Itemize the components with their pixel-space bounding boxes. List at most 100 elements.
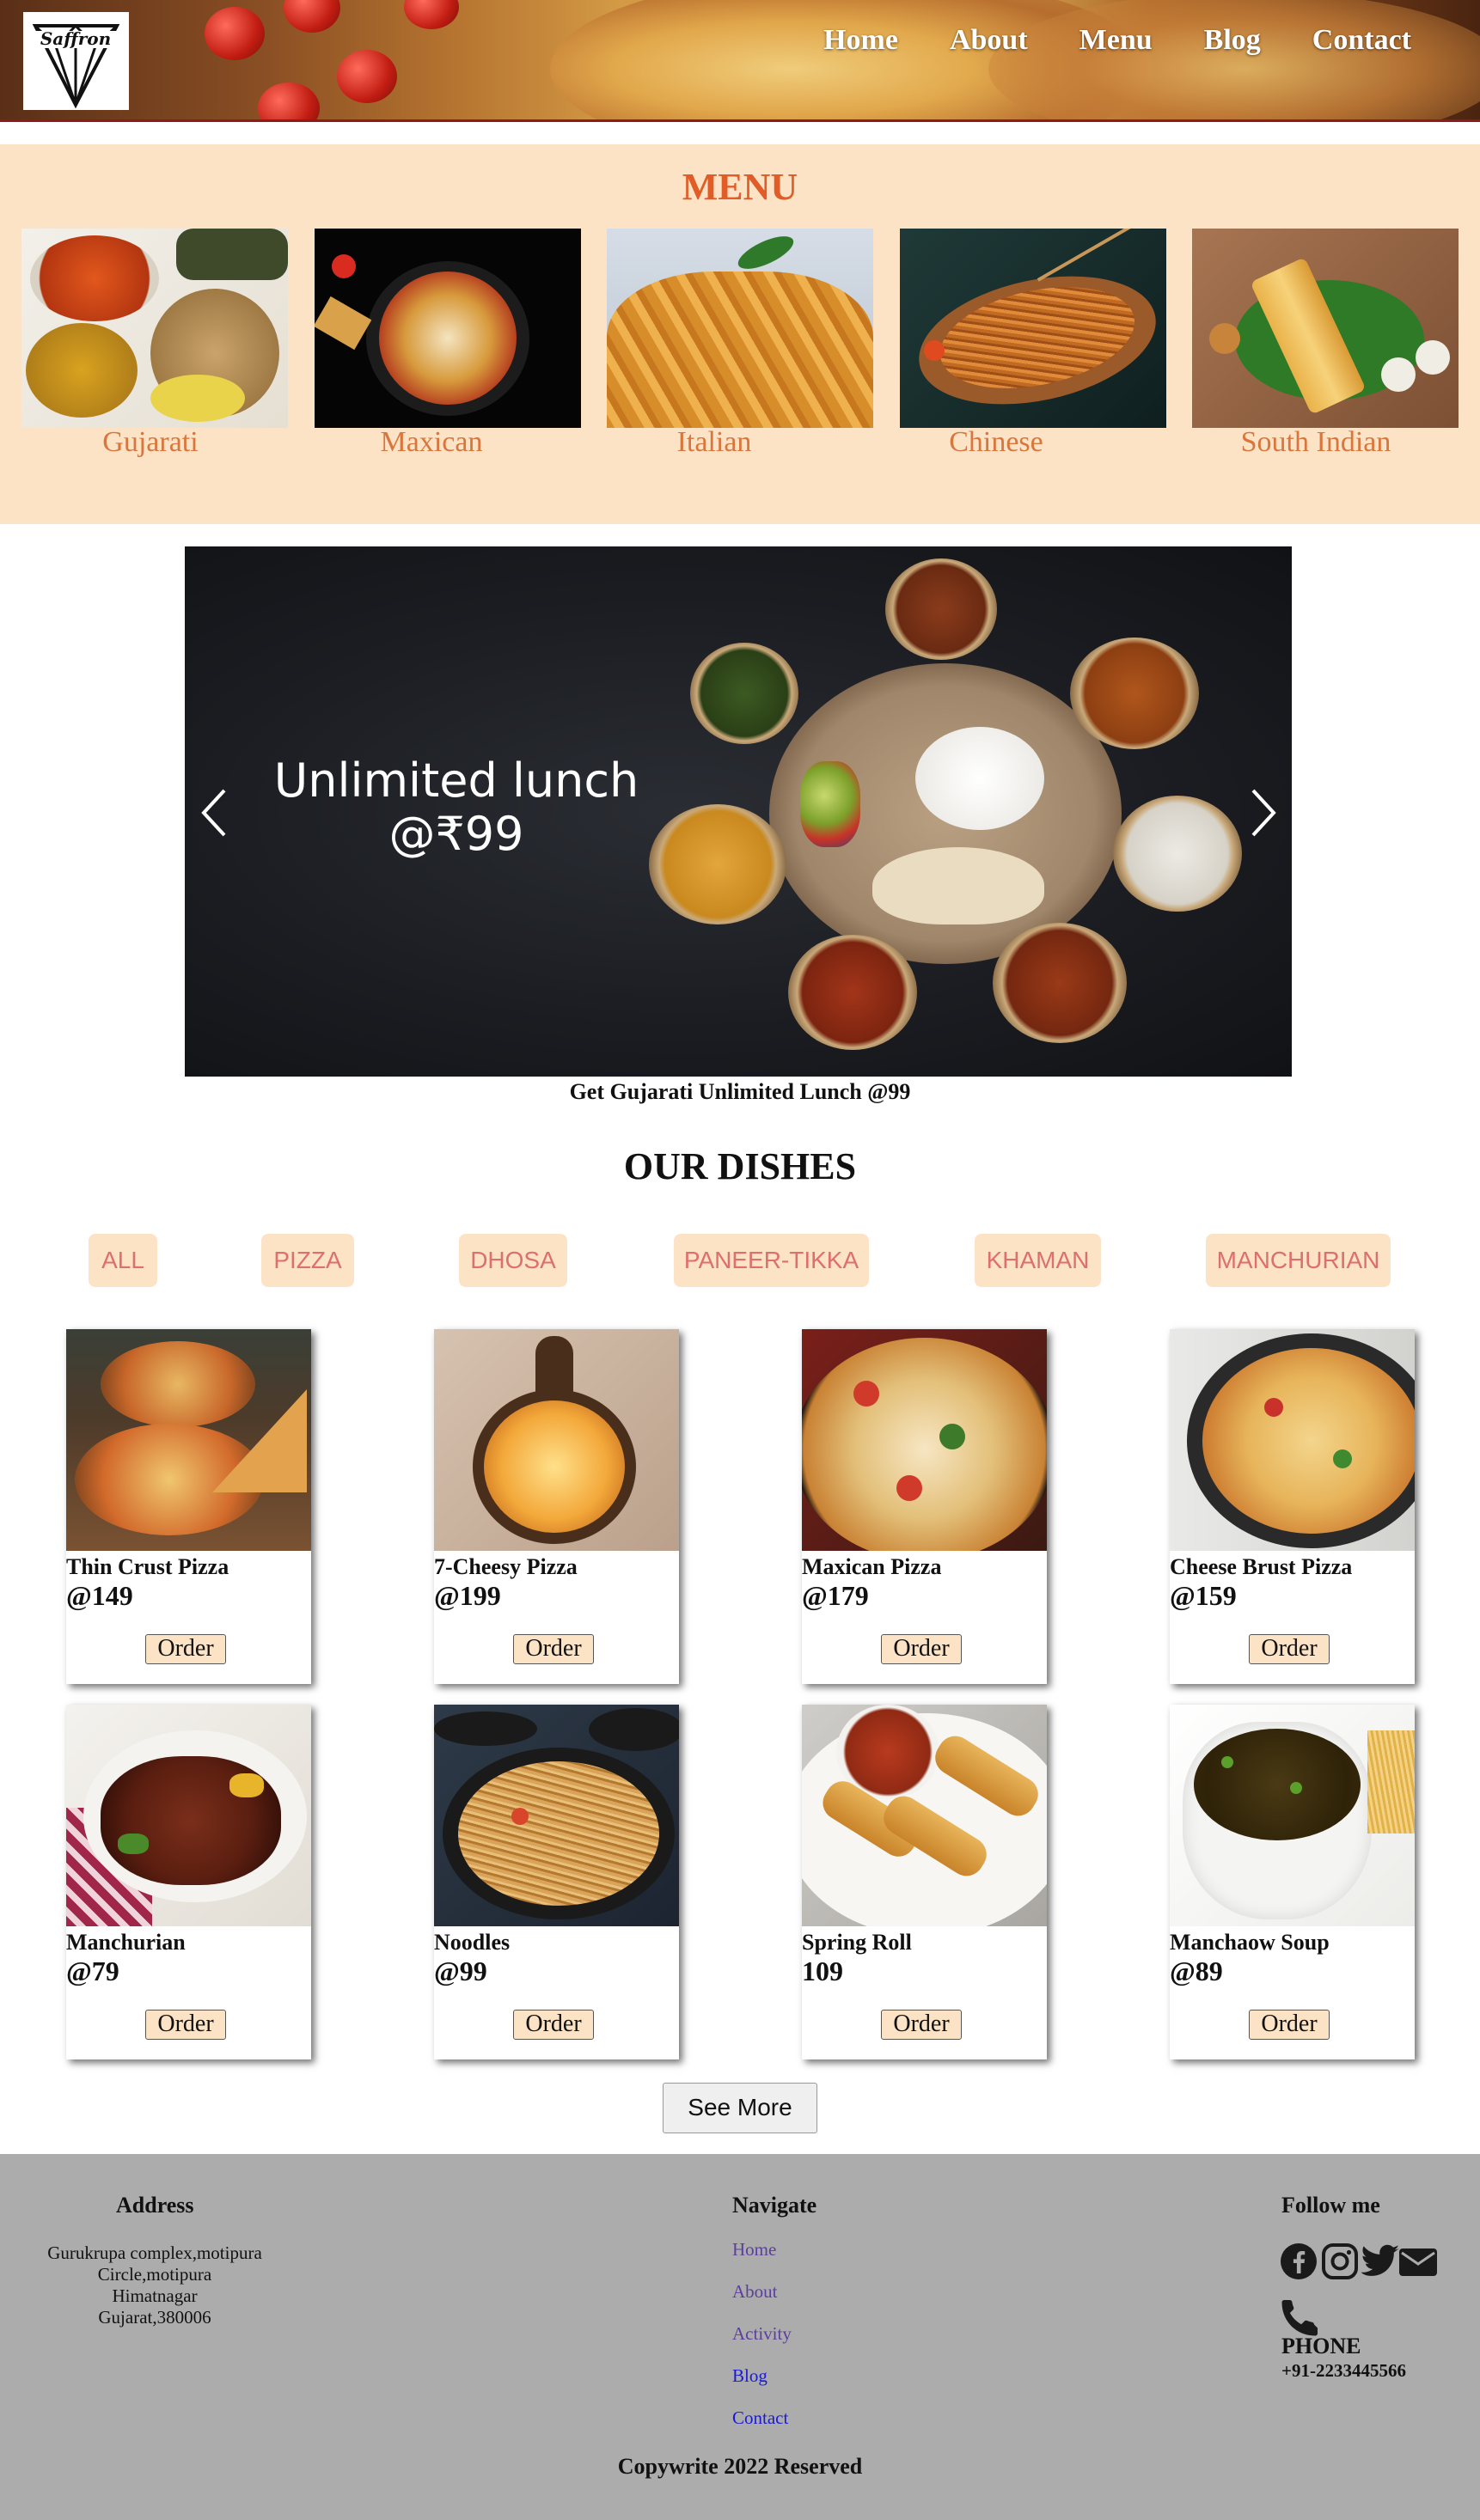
site-header: Saffron Home About Menu Blog Contact (0, 0, 1480, 122)
cuisine-image-maxican[interactable] (315, 229, 581, 428)
footer-link-blog[interactable]: Blog (732, 2365, 768, 2387)
dish-name: Manchaow Soup (1170, 1930, 1330, 1955)
curry-bowl (885, 558, 997, 660)
chevron-right-icon[interactable] (1246, 787, 1281, 839)
order-button[interactable]: Order (513, 1634, 594, 1664)
cuisine-label-italian[interactable]: Italian (568, 426, 860, 459)
nav-about[interactable]: About (950, 24, 1028, 57)
filter-dhosa[interactable]: DHOSA (459, 1234, 567, 1287)
address-line: Gurukrupa complex,motipura (47, 2242, 262, 2263)
saffron-logo[interactable]: Saffron (23, 12, 129, 110)
dish-image-7-cheesy-pizza (434, 1329, 679, 1551)
cuisine-label-south-indian[interactable]: South Indian (1170, 426, 1462, 459)
dish-card: Spring Roll 109 Order (802, 1705, 1047, 2059)
pizza-decoration (988, 0, 1480, 122)
mail-icon[interactable] (1398, 2242, 1438, 2280)
svg-text:Saffron: Saffron (40, 28, 111, 49)
tomato-decoration (284, 0, 340, 33)
dish-image-noodles (434, 1705, 679, 1926)
follow-heading: Follow me (1281, 2193, 1380, 2218)
chevron-left-icon[interactable] (197, 787, 231, 839)
banner-headline: Unlimited lunch @₹99 (216, 754, 697, 861)
phone-label: PHONE (1281, 2334, 1361, 2358)
curd-bowl (1113, 796, 1242, 912)
dish-name: Noodles (434, 1930, 511, 1955)
footer-link-activity[interactable]: Activity (732, 2323, 792, 2345)
dish-image-thin-crust-pizza (66, 1329, 311, 1551)
dish-image-manchaow-soup (1170, 1705, 1415, 1926)
banner-line-1: Unlimited lunch (273, 754, 639, 808)
tomato-decoration (205, 7, 265, 60)
header-divider (0, 119, 1480, 122)
order-button[interactable]: Order (881, 1634, 962, 1664)
cuisine-image-south-indian[interactable] (1192, 229, 1459, 428)
roti (872, 847, 1044, 924)
instagram-icon[interactable] (1321, 2242, 1359, 2280)
filter-pizza[interactable]: PIZZA (261, 1234, 354, 1287)
order-button[interactable]: Order (513, 2010, 594, 2040)
nav-contact[interactable]: Contact (1312, 24, 1411, 57)
filter-manchurian[interactable]: MANCHURIAN (1206, 1234, 1391, 1287)
sabzi-bowl (690, 643, 798, 744)
dish-price: @79 (66, 1956, 119, 1986)
dish-name: Thin Crust Pizza (66, 1554, 229, 1579)
main-nav: Home About Menu Blog Contact (772, 24, 1411, 57)
nav-menu[interactable]: Menu (1079, 24, 1153, 57)
dal-bowl (1070, 638, 1199, 749)
dish-image-cheese-brust-pizza (1170, 1329, 1415, 1551)
cuisine-label-chinese[interactable]: Chinese (850, 426, 1142, 459)
menu-section: MENU Gujarati Maxican Italian Chinese So (0, 144, 1480, 524)
dish-card: Manchaow Soup @89 Order (1170, 1705, 1415, 2059)
order-button[interactable]: Order (1249, 1634, 1330, 1664)
filter-khaman[interactable]: KHAMAN (975, 1234, 1101, 1287)
facebook-icon[interactable] (1280, 2242, 1318, 2280)
dish-card: Manchurian @79 Order (66, 1705, 311, 2059)
address-block: Gurukrupa complex,motipura Circle,motipu… (26, 2242, 284, 2328)
dish-price: @179 (802, 1580, 869, 1611)
order-button[interactable]: Order (145, 2010, 226, 2040)
twitter-icon[interactable] (1361, 2242, 1400, 2280)
nav-blog[interactable]: Blog (1204, 24, 1261, 57)
dish-card: Cheese Brust Pizza @159 Order (1170, 1329, 1415, 1684)
rice-bowl (915, 727, 1044, 830)
footer-link-contact[interactable]: Contact (732, 2407, 788, 2429)
address-line: Circle,motipura (97, 2264, 212, 2285)
dish-name: Spring Roll (802, 1930, 912, 1955)
dish-price: @89 (1170, 1956, 1223, 1986)
dish-price: @149 (66, 1580, 133, 1611)
tomato-decoration (337, 50, 397, 103)
sweet-bowl (993, 923, 1127, 1043)
cuisine-image-gujarati[interactable] (21, 229, 288, 428)
dish-price: 109 (802, 1956, 843, 1986)
dish-name: 7-Cheesy Pizza (434, 1554, 578, 1579)
see-more-button[interactable]: See More (663, 2083, 817, 2133)
banner-line-2: @₹99 (388, 807, 524, 861)
phone-number[interactable]: +91-2233445566 (1281, 2360, 1406, 2382)
dish-name: Cheese Brust Pizza (1170, 1554, 1353, 1579)
phone-icon (1281, 2300, 1318, 2336)
cuisine-image-italian[interactable] (607, 229, 873, 428)
filter-all[interactable]: ALL (89, 1234, 157, 1287)
cuisine-label-maxican[interactable]: Maxican (285, 426, 578, 459)
order-button[interactable]: Order (1249, 2010, 1330, 2040)
dish-card: Noodles @99 Order (434, 1705, 679, 2059)
order-button[interactable]: Order (881, 2010, 962, 2040)
nav-home[interactable]: Home (823, 24, 898, 57)
cuisine-image-chinese[interactable] (900, 229, 1166, 428)
filter-paneer-tikka[interactable]: PANEER-TIKKA (674, 1234, 869, 1287)
dishes-title: OUR DISHES (623, 1145, 857, 1187)
promo-carousel: Unlimited lunch @₹99 (185, 546, 1292, 1077)
dish-name: Manchurian (66, 1930, 186, 1955)
dish-image-manchurian (66, 1705, 311, 1926)
pickle-bowl (788, 935, 917, 1050)
dish-name: Maxican Pizza (802, 1554, 942, 1579)
footer-link-about[interactable]: About (732, 2281, 778, 2303)
order-button[interactable]: Order (145, 1634, 226, 1664)
banner-caption: Get Gujarati Unlimited Lunch @99 (569, 1079, 911, 1104)
menu-title: MENU (682, 166, 798, 208)
dish-card: Thin Crust Pizza @149 Order (66, 1329, 311, 1684)
dish-card: Maxican Pizza @179 Order (802, 1329, 1047, 1684)
copyright-text: Copywrite 2022 Reserved (617, 2454, 863, 2479)
footer-link-home[interactable]: Home (732, 2239, 776, 2261)
cuisine-label-gujarati[interactable]: Gujarati (4, 426, 297, 459)
